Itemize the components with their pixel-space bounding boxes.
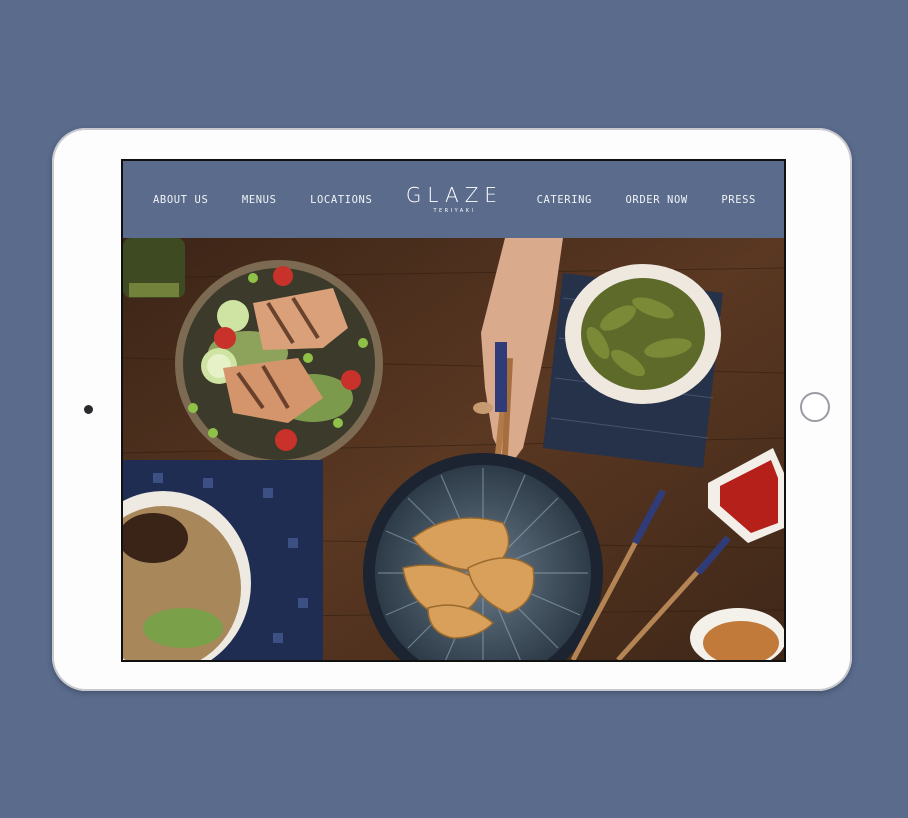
camera-icon	[84, 405, 93, 414]
logo-tagline: TERIYAKI	[433, 208, 476, 214]
salad-bowl	[175, 260, 383, 468]
nav-menus[interactable]: MENUS	[242, 194, 277, 206]
tablet-screen: ABOUT US MENUS LOCATIONS GLAZE TERIYAKI …	[123, 161, 784, 660]
nav-locations[interactable]: LOCATIONS	[310, 194, 372, 206]
rice-bowl	[123, 460, 323, 660]
site-header: ABOUT US MENUS LOCATIONS GLAZE TERIYAKI …	[123, 161, 784, 238]
logo-wordmark: GLAZE	[405, 183, 504, 207]
food-table-illustration	[123, 238, 784, 660]
home-button[interactable]	[800, 392, 830, 422]
peppers-bowl	[565, 264, 721, 404]
nav-catering[interactable]: CATERING	[537, 194, 592, 206]
nav-press[interactable]: PRESS	[721, 194, 756, 206]
nav-about-us[interactable]: ABOUT US	[153, 194, 208, 206]
nav-order-now[interactable]: ORDER NOW	[626, 194, 688, 206]
logo[interactable]: GLAZE TERIYAKI	[406, 185, 503, 214]
hero-image	[123, 238, 784, 660]
